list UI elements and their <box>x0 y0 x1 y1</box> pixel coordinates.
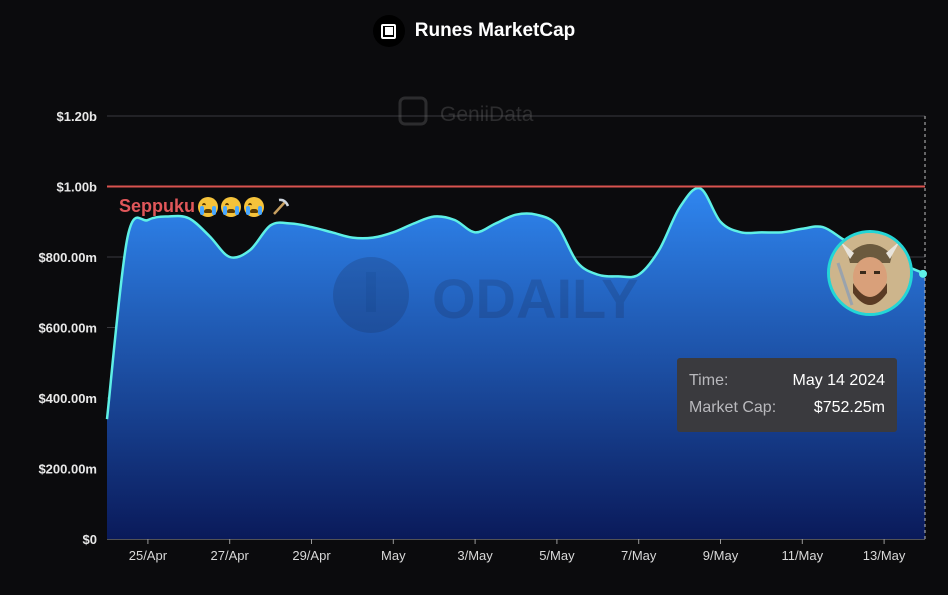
x-tick-label: 29/Apr <box>292 548 331 563</box>
tooltip-cap-label: Market Cap: <box>689 399 777 416</box>
odaily-watermark: ODAILY <box>333 257 638 333</box>
x-tick-label: May <box>381 548 406 563</box>
geniidata-watermark-text: GeniiData <box>440 103 534 126</box>
x-tick-label: 27/Apr <box>211 548 250 563</box>
x-axis-ticks: 25/Apr 27/Apr 29/Apr May 3/May 5/May 7/May 9/Ma… <box>129 539 906 563</box>
crying-face-icon <box>244 196 265 217</box>
avatar <box>827 230 913 316</box>
y-tick-label: $1.00b <box>57 180 98 195</box>
x-tick-label: 11/May <box>781 548 823 563</box>
y-tick-label: $1.20b <box>57 109 98 124</box>
seppuku-annotation: Seppuku <box>119 196 290 217</box>
x-tick-label: 13/May <box>863 548 906 563</box>
hover-data-point[interactable] <box>919 269 927 278</box>
tooltip-time-row: Time: May 14 2024 <box>689 372 885 399</box>
x-tick-label: 9/May <box>703 548 739 563</box>
x-tick-label: 3/May <box>457 548 493 563</box>
y-tick-label: $400.00m <box>38 391 97 406</box>
y-axis-ticks: $0 $200.00m $400.00m $600.00m $800.00m $1.00b… <box>38 109 97 547</box>
chart-tooltip: Time: May 14 2024 Market Cap: $752.25m <box>677 358 897 432</box>
tooltip-cap-row: Market Cap: $752.25m <box>689 399 885 426</box>
crying-face-icon <box>221 196 242 217</box>
y-tick-label: $800.00m <box>38 250 97 265</box>
tooltip-cap-value: $752.25m <box>813 399 885 416</box>
y-tick-label: $200.00m <box>38 462 97 477</box>
x-tick-label: 7/May <box>621 548 657 563</box>
y-tick-label: $600.00m <box>38 321 97 336</box>
y-tick-label: $0 <box>83 532 97 547</box>
geniidata-watermark: GeniiData <box>398 96 534 126</box>
market-cap-chart[interactable]: ODAILY GeniiData $0 $200.00m $400.00m $600.… <box>0 0 948 595</box>
tooltip-time-label: Time: <box>689 372 729 389</box>
crying-face-icon <box>198 196 219 217</box>
x-tick-label: 25/Apr <box>129 548 168 563</box>
pickaxe-icon <box>270 197 290 217</box>
x-tick-label: 5/May <box>539 548 575 563</box>
annotation-text: Seppuku <box>119 196 196 216</box>
tooltip-time-value: May 14 2024 <box>792 372 885 389</box>
